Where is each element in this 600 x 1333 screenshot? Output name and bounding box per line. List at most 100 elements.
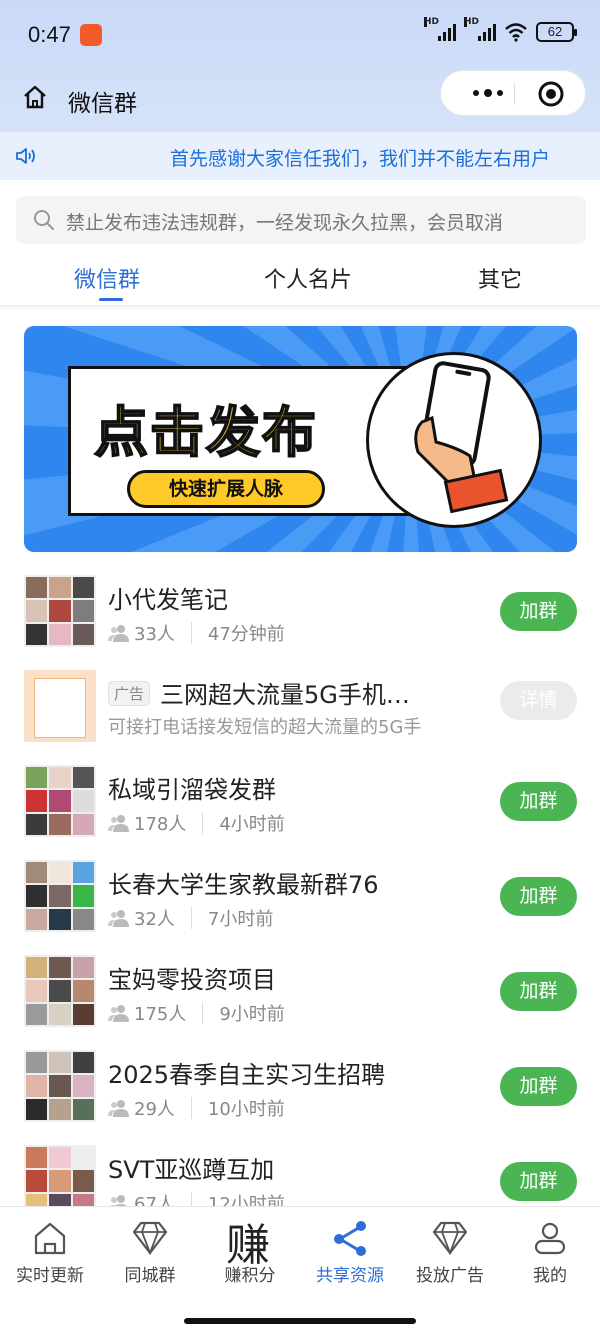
home-icon[interactable]	[22, 84, 48, 110]
list-item[interactable]: 小代发笔记 33人 47分钟前 加群	[0, 562, 600, 657]
group-title: 三网超大流量5G手机…	[160, 681, 410, 709]
miniprogram-capsule	[440, 70, 586, 116]
tabbar-label: 共享资源	[316, 1266, 384, 1286]
notice-text: 首先感谢大家信任我们，我们并不能左右用户	[170, 148, 551, 170]
members-icon	[108, 910, 129, 927]
capsule-divider	[514, 83, 515, 105]
member-count: 33人	[134, 624, 175, 645]
tabbar-earn-points[interactable]: 赚 赚积分	[200, 1207, 300, 1303]
list-item[interactable]: 2025春季自主实习生招聘 29人 10小时前 加群	[0, 1037, 600, 1132]
more-icon[interactable]	[463, 84, 513, 102]
group-meta: 32人 7小时前	[108, 905, 273, 931]
group-title: 长春大学生家教最新群76	[108, 871, 379, 899]
hand-phone-icon	[414, 361, 509, 514]
group-avatar	[24, 765, 96, 837]
search-icon	[34, 210, 54, 230]
bottom-tab-bar: 实时更新 同城群 赚 赚积分 共享资源 投放广告 我的	[0, 1206, 600, 1333]
meta-divider	[202, 812, 204, 834]
ad-badge: 广告	[108, 681, 151, 706]
status-indicators: HD HD 62	[424, 17, 577, 42]
diamond-icon	[132, 1221, 168, 1256]
group-title: 小代发笔记	[108, 586, 228, 614]
group-avatar	[24, 575, 96, 647]
user-icon	[534, 1222, 566, 1255]
banner-subtitle: 快速扩展人脉	[127, 470, 325, 508]
tabbar-label: 实时更新	[16, 1266, 84, 1286]
members-icon	[108, 815, 129, 832]
signal-icon-2: HD	[464, 17, 496, 41]
signal-icon: HD	[424, 17, 456, 41]
member-count: 178人	[134, 814, 187, 835]
battery-indicator: 62	[536, 22, 577, 42]
members-icon	[108, 1005, 129, 1022]
join-group-button[interactable]: 加群	[500, 782, 577, 821]
members-icon	[108, 625, 129, 642]
status-time: 0:47	[28, 22, 71, 47]
wifi-icon	[505, 23, 527, 42]
tabbar-local-groups[interactable]: 同城群	[100, 1207, 200, 1303]
status-bar: 0:47 HD HD 62	[0, 0, 600, 70]
search-input[interactable]: 禁止发布违法违规群，一经发现永久拉黑，会员取消	[16, 196, 586, 244]
join-group-button[interactable]: 加群	[500, 592, 577, 631]
join-group-button[interactable]: 加群	[500, 1067, 577, 1106]
search-placeholder: 禁止发布违法违规群，一经发现永久拉黑，会员取消	[66, 212, 504, 234]
tab-personal-card[interactable]: 个人名片	[264, 262, 352, 294]
group-title: 宝妈零投资项目	[108, 966, 276, 994]
ad-thumbnail	[24, 670, 96, 742]
ad-description: 可接打电话接发短信的超大流量的5G手	[108, 717, 422, 738]
notice-bar[interactable]: 首先感谢大家信任我们，我们并不能左右用户	[0, 132, 600, 180]
member-count: 32人	[134, 909, 175, 930]
group-meta: 175人 9小时前	[108, 1000, 285, 1026]
publish-banner[interactable]: 点击发布 快速扩展人脉	[24, 326, 577, 552]
category-tabs: 微信群 个人名片 其它	[0, 248, 600, 306]
home-outline-icon	[34, 1222, 66, 1255]
tabbar-mine[interactable]: 我的	[500, 1207, 600, 1303]
join-group-button[interactable]: 加群	[500, 877, 577, 916]
update-time: 10小时前	[207, 1099, 285, 1120]
group-title: 私域引溜袋发群	[108, 776, 276, 804]
join-group-button[interactable]: 加群	[500, 972, 577, 1011]
app-notification-icon	[80, 24, 102, 46]
details-button[interactable]: 详情	[500, 681, 577, 720]
tabbar-realtime[interactable]: 实时更新	[0, 1207, 100, 1303]
list-item-ad[interactable]: 广告 三网超大流量5G手机… 可接打电话接发短信的超大流量的5G手 详情	[0, 657, 600, 752]
share-icon	[334, 1221, 366, 1256]
network-label-2: HD	[464, 17, 480, 27]
list-item[interactable]: 私域引溜袋发群 178人 4小时前 加群	[0, 752, 600, 847]
group-meta: 33人 47分钟前	[108, 620, 285, 646]
banner-headline: 点击发布	[93, 400, 318, 465]
list-item[interactable]: 长春大学生家教最新群76 32人 7小时前 加群	[0, 847, 600, 942]
tabbar-label: 赚积分	[224, 1266, 276, 1286]
network-label-1: HD	[424, 17, 440, 27]
speaker-icon	[16, 148, 35, 164]
group-title: 2025春季自主实习生招聘	[108, 1061, 386, 1089]
tabbar-place-ads[interactable]: 投放广告	[400, 1207, 500, 1303]
navigation-bar: 微信群	[0, 70, 600, 126]
meta-divider	[190, 622, 192, 644]
update-time: 4小时前	[219, 814, 285, 835]
list-item[interactable]: 宝妈零投资项目 175人 9小时前 加群	[0, 942, 600, 1037]
diamond-icon	[432, 1221, 468, 1256]
active-tab-indicator	[99, 298, 123, 301]
join-group-button[interactable]: 加群	[500, 1162, 577, 1201]
group-title: SVT亚巡蹲互加	[108, 1156, 275, 1184]
tabbar-label: 同城群	[124, 1266, 176, 1286]
member-count: 29人	[134, 1099, 175, 1120]
group-avatar	[24, 860, 96, 932]
update-time: 47分钟前	[207, 624, 285, 645]
member-count: 175人	[134, 1004, 187, 1025]
tabbar-label: 我的	[533, 1266, 567, 1286]
update-time: 9小时前	[219, 1004, 285, 1025]
banner-illustration	[366, 352, 542, 528]
members-icon	[108, 1100, 129, 1117]
tabbar-label: 投放广告	[416, 1266, 484, 1286]
group-meta: 29人 10小时前	[108, 1095, 285, 1121]
update-time: 7小时前	[207, 909, 274, 930]
tab-wechat-group[interactable]: 微信群	[74, 262, 140, 294]
tab-other[interactable]: 其它	[478, 262, 522, 294]
close-target-icon[interactable]	[537, 80, 565, 108]
group-avatar	[24, 1050, 96, 1122]
tabbar-shared-resources[interactable]: 共享资源	[300, 1207, 400, 1303]
ad-title-row: 广告 三网超大流量5G手机…	[108, 675, 410, 710]
home-indicator	[184, 1318, 416, 1324]
